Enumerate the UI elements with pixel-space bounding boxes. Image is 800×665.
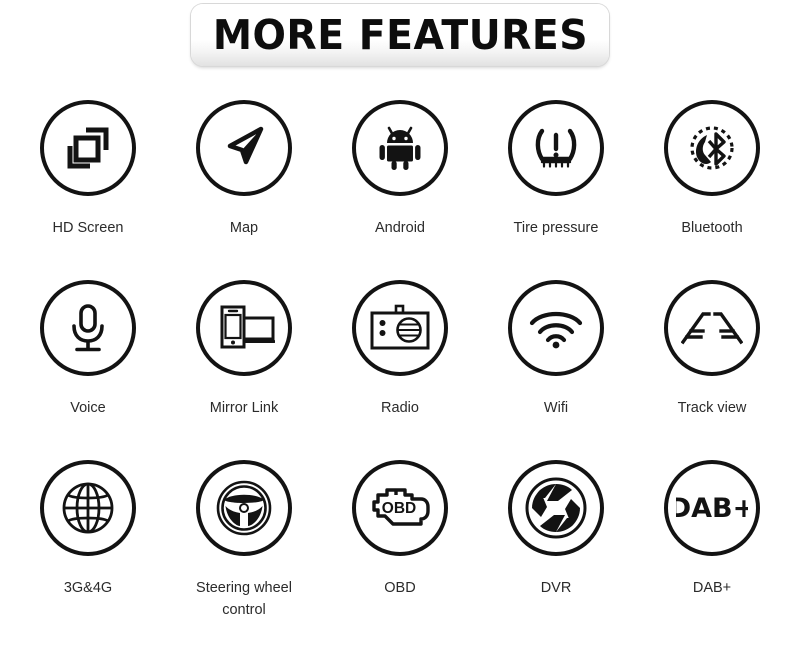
- microphone-icon: [64, 302, 112, 354]
- feature-item-steering-wheel[interactable]: Steering wheel control: [166, 460, 322, 640]
- wifi-icon: [528, 307, 584, 349]
- feature-item-radio[interactable]: Radio: [322, 280, 478, 460]
- dab-plus-icon-text: DAB+: [676, 493, 748, 524]
- feature-label: Track view: [677, 400, 747, 416]
- feature-item-android[interactable]: Android: [322, 100, 478, 280]
- navigation-arrow-icon: [217, 121, 271, 175]
- feature-grid: HD Screen Map Android Tire pressure Blue…: [0, 100, 800, 640]
- feature-item-obd[interactable]: OBD OBD: [322, 460, 478, 640]
- feature-item-map[interactable]: Map: [166, 100, 322, 280]
- feature-icon-circle: [352, 280, 448, 376]
- obd-icon-text: OBD: [382, 500, 416, 517]
- bluetooth-phone-icon: [685, 121, 739, 175]
- title-box: MORE FEATURES: [191, 4, 609, 66]
- feature-item-dvr[interactable]: DVR: [478, 460, 634, 640]
- feature-label: Steering wheel control: [196, 580, 292, 618]
- feature-icon-circle: [40, 280, 136, 376]
- feature-icon-circle: [40, 100, 136, 196]
- feature-icon-circle: [196, 100, 292, 196]
- feature-label: HD Screen: [52, 220, 124, 236]
- radio-icon: [369, 304, 431, 352]
- globe-icon: [60, 480, 116, 536]
- track-guideline-icon: [681, 311, 743, 345]
- feature-icon-circle: [508, 460, 604, 556]
- feature-icon-circle: [196, 280, 292, 376]
- feature-icon-circle: [664, 100, 760, 196]
- feature-label: Bluetooth: [681, 220, 743, 236]
- steering-wheel-icon: [215, 479, 273, 537]
- feature-label: DAB+: [692, 580, 732, 596]
- phone-screen-mirror-icon: [213, 302, 275, 354]
- feature-icon-circle: DAB+: [664, 460, 760, 556]
- feature-icon-circle: OBD: [352, 460, 448, 556]
- feature-icon-circle: [508, 100, 604, 196]
- feature-label: Mirror Link: [209, 400, 279, 416]
- feature-icon-circle: [352, 100, 448, 196]
- feature-label: Wifi: [543, 400, 569, 416]
- feature-icon-circle: [40, 460, 136, 556]
- feature-label: Voice: [70, 400, 106, 416]
- feature-label: OBD: [384, 580, 416, 596]
- tpms-warning-icon: [529, 122, 583, 174]
- feature-item-hd-screen[interactable]: HD Screen: [10, 100, 166, 280]
- feature-icon-circle: [196, 460, 292, 556]
- feature-item-tire-pressure[interactable]: Tire pressure: [478, 100, 634, 280]
- feature-item-3g4g[interactable]: 3G&4G: [10, 460, 166, 640]
- hd-screen-icon: [61, 121, 115, 175]
- feature-label: 3G&4G: [63, 580, 113, 596]
- feature-label: DVR: [540, 580, 572, 596]
- feature-item-voice[interactable]: Voice: [10, 280, 166, 460]
- feature-item-dab-plus[interactable]: DAB+ DAB+: [634, 460, 790, 640]
- feature-label: Map: [229, 220, 259, 236]
- page-title: MORE FEATURES: [212, 10, 588, 59]
- android-robot-icon: [374, 122, 426, 174]
- feature-item-mirror-link[interactable]: Mirror Link: [166, 280, 322, 460]
- camera-aperture-icon: [525, 477, 587, 539]
- check-engine-obd-icon: OBD: [369, 484, 431, 532]
- feature-item-bluetooth[interactable]: Bluetooth: [634, 100, 790, 280]
- feature-icon-circle: [508, 280, 604, 376]
- title-banner: MORE FEATURES: [0, 0, 800, 66]
- feature-label: Android: [375, 220, 425, 236]
- feature-item-wifi[interactable]: Wifi: [478, 280, 634, 460]
- feature-label: Tire pressure: [513, 220, 599, 236]
- feature-label: Radio: [381, 400, 419, 416]
- feature-icon-circle: [664, 280, 760, 376]
- feature-item-track-view[interactable]: Track view: [634, 280, 790, 460]
- dab-plus-logo-icon: DAB+: [676, 488, 748, 528]
